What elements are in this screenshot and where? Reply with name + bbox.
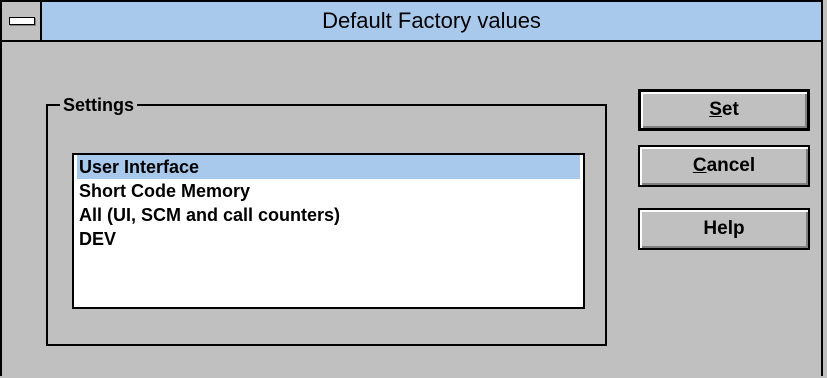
list-item-user-interface[interactable]: User Interface xyxy=(77,155,580,179)
system-menu-icon xyxy=(9,17,35,25)
help-button[interactable]: Help xyxy=(638,208,810,250)
cancel-button-label: ancel xyxy=(706,155,756,176)
dialog-window: Default Factory values Settings User Int… xyxy=(0,0,823,376)
cancel-button-mnemonic: C xyxy=(692,155,707,176)
settings-group-label: Settings xyxy=(60,94,138,116)
list-item-dev[interactable]: DEV xyxy=(77,227,580,251)
set-button-label: et xyxy=(721,99,739,120)
cancel-button[interactable]: Cancel xyxy=(638,145,810,187)
list-item-all[interactable]: All (UI, SCM and call counters) xyxy=(77,203,580,227)
list-item-short-code-memory[interactable]: Short Code Memory xyxy=(77,179,580,203)
set-button[interactable]: Set xyxy=(638,89,810,131)
settings-listbox[interactable]: User Interface Short Code Memory All (UI… xyxy=(72,153,585,309)
window-title: Default Factory values xyxy=(322,8,541,33)
set-button-mnemonic: S xyxy=(709,99,722,120)
system-menu-button[interactable] xyxy=(2,2,42,40)
title-bar[interactable]: Default Factory values xyxy=(2,2,821,42)
